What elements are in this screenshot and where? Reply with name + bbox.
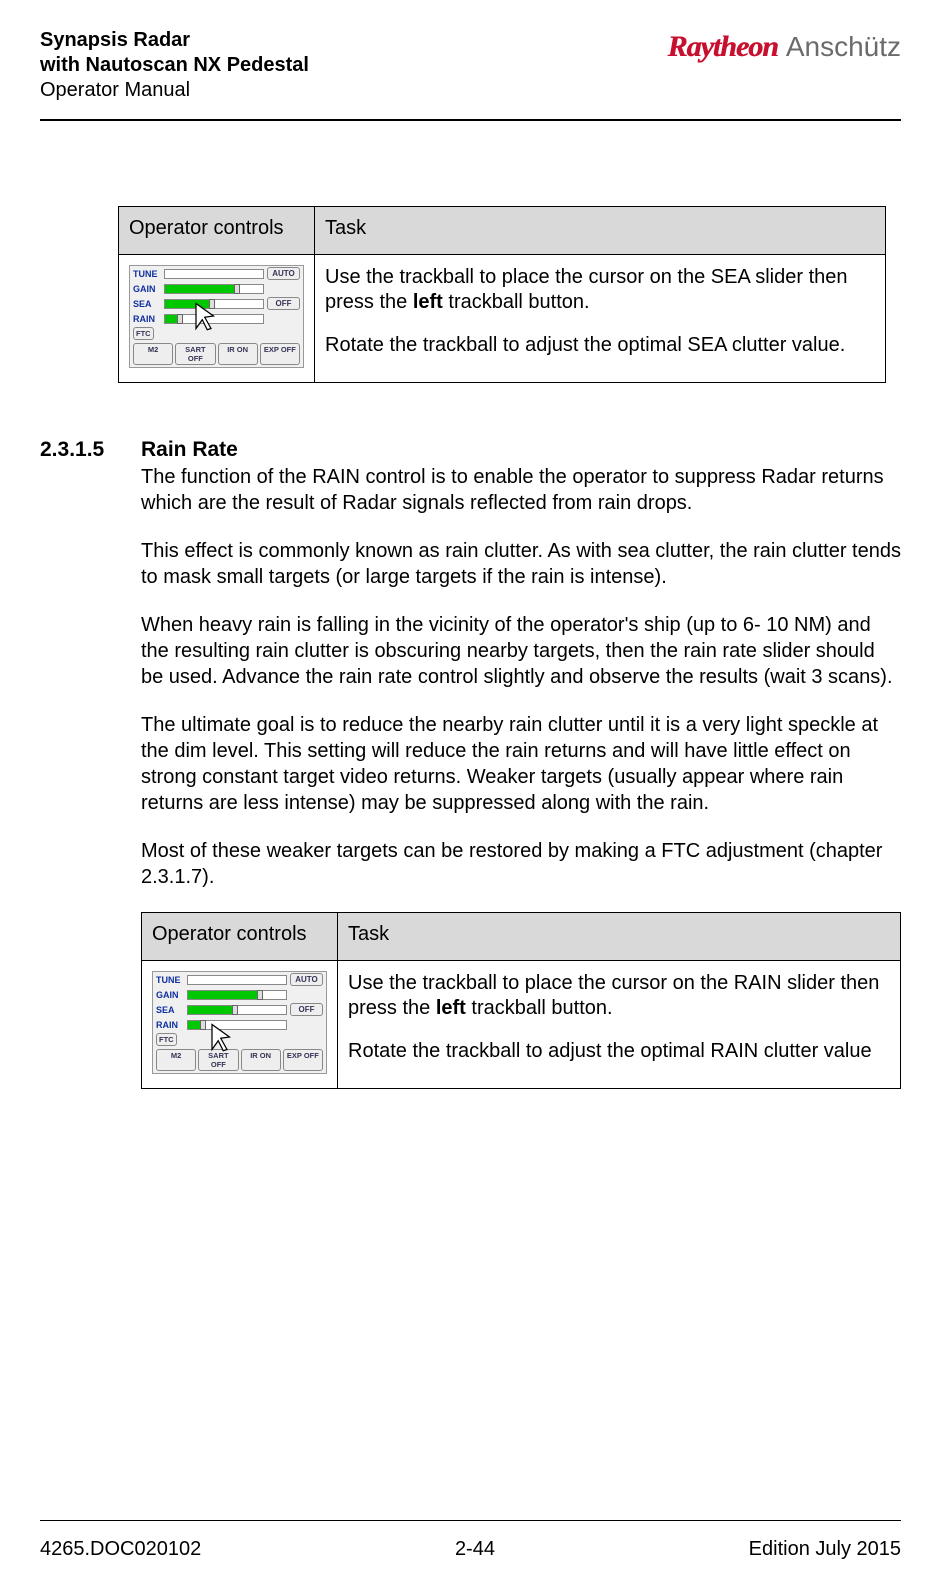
sart-button[interactable]: SART OFF [175,343,215,365]
sea-task-table: Operator controls Task TUNE AUTO GAIN [118,206,886,383]
task2-cell: Use the trackball to place the cursor on… [338,961,901,1089]
panel2-label-gain: GAIN [156,990,184,1000]
panel-label-gain: GAIN [133,284,161,294]
raytheon-logo: Raytheon [667,30,777,64]
panel2-m2-button[interactable]: M2 [156,1049,196,1071]
page-footer: 4265.DOC020102 2-44 Edition July 2015 [40,1538,901,1561]
panel2-sea-slider[interactable] [187,1005,287,1015]
doc-title-line1: Synapsis Radar [40,28,309,53]
para-3: When heavy rain is falling in the vicini… [141,612,901,690]
panel2-label-rain: RAIN [156,1020,184,1030]
footer-doc-id: 4265.DOC020102 [40,1538,201,1561]
footer-page-num: 2-44 [455,1538,495,1561]
radar-control-panel: TUNE AUTO GAIN SEA OFF [129,265,304,368]
para-4: The ultimate goal is to reduce the nearb… [141,712,901,816]
control-panel-cell: TUNE AUTO GAIN SEA OFF [119,255,315,383]
section-number: 2.3.1.5 [40,438,141,1089]
gain-slider[interactable] [164,284,264,294]
control-panel-cell-2: TUNE AUTO GAIN [142,961,338,1089]
panel2-ir-button[interactable]: IR ON [241,1049,281,1071]
panel2-gain-slider[interactable] [187,990,287,1000]
panel2-label-tune: TUNE [156,975,184,985]
radar-control-panel-2: TUNE AUTO GAIN [152,971,327,1074]
para-2: This effect is commonly known as rain cl… [141,538,901,590]
table-header-task: Task [315,207,886,255]
task1-p2: Rotate the trackball to adjust the optim… [325,333,875,358]
section-rain-rate: 2.3.1.5 Rain Rate The function of the RA… [40,438,901,1089]
panel-label-tune: TUNE [133,269,161,279]
m2-button[interactable]: M2 [133,343,173,365]
panel2-ftc-button[interactable]: FTC [156,1033,177,1046]
panel2-tune-bar[interactable] [187,975,287,985]
document-page: Synapsis Radar with Nautoscan NX Pedesta… [0,0,951,1591]
table2-header-task: Task [338,913,901,961]
auto-button[interactable]: AUTO [267,267,300,280]
rain-task-table: Operator controls Task TUNE AUTO [141,912,901,1089]
panel2-off-button[interactable]: OFF [290,1003,323,1016]
logo-block: Raytheon Anschütz [667,30,901,64]
ftc-button[interactable]: FTC [133,327,154,340]
content-area: Operator controls Task TUNE AUTO GAIN [40,121,901,1089]
panel2-auto-button[interactable]: AUTO [290,973,323,986]
task-cell: Use the trackball to place the cursor on… [315,255,886,383]
panel-label-rain: RAIN [133,314,161,324]
rain-slider[interactable] [164,314,264,324]
off-button[interactable]: OFF [267,297,300,310]
table2-header-controls: Operator controls [142,913,338,961]
sea-slider[interactable] [164,299,264,309]
task1-p1: Use the trackball to place the cursor on… [325,265,875,315]
section-title: Rain Rate [141,438,901,462]
tune-bar[interactable] [164,269,264,279]
panel2-sart-button[interactable]: SART OFF [198,1049,238,1071]
header-title-block: Synapsis Radar with Nautoscan NX Pedesta… [40,28,309,103]
para-5: Most of these weaker targets can be rest… [141,838,901,890]
footer-rule [40,1520,901,1521]
footer-edition: Edition July 2015 [749,1538,901,1561]
exp-button[interactable]: EXP OFF [260,343,300,365]
panel2-exp-button[interactable]: EXP OFF [283,1049,323,1071]
doc-subtitle: Operator Manual [40,78,309,103]
panel2-label-sea: SEA [156,1005,184,1015]
page-header: Synapsis Radar with Nautoscan NX Pedesta… [40,28,901,103]
para-1: The function of the RAIN control is to e… [141,464,901,516]
task2-p1: Use the trackball to place the cursor on… [348,971,890,1021]
panel-label-sea: SEA [133,299,161,309]
anschutz-logo: Anschütz [786,31,901,63]
task2-p2: Rotate the trackball to adjust the optim… [348,1039,890,1064]
panel2-rain-slider[interactable] [187,1020,287,1030]
ir-button[interactable]: IR ON [218,343,258,365]
doc-title-line2: with Nautoscan NX Pedestal [40,53,309,78]
table-header-controls: Operator controls [119,207,315,255]
